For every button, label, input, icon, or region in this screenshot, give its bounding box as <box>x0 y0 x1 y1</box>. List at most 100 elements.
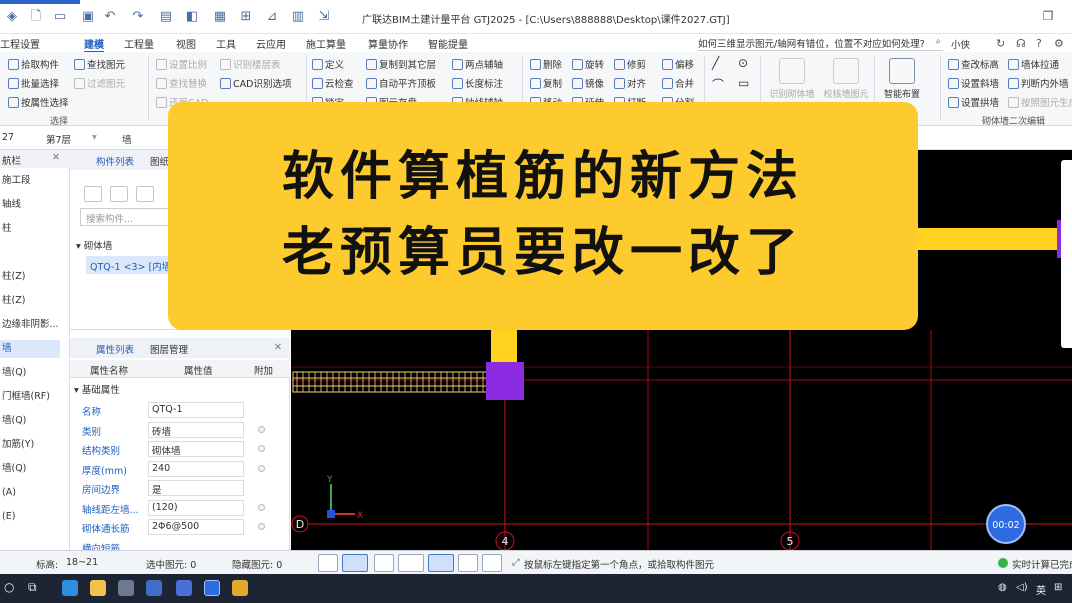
mail-icon[interactable] <box>146 580 162 596</box>
export-icon[interactable]: ⇲ <box>316 9 332 25</box>
cad-options-button[interactable]: CAD识别选项 <box>220 76 291 90</box>
refresh-icon[interactable]: ↻ <box>996 37 1005 50</box>
table-row[interactable]: 砌体通长筋 2Φ6@500 <box>70 517 290 537</box>
nav-item[interactable]: (A) <box>0 484 60 502</box>
length-dimension-button[interactable]: 长度标注 <box>452 76 503 90</box>
nav-item[interactable]: 加筋(Y) <box>0 436 60 454</box>
nav-item[interactable]: 墙(Q) <box>0 460 60 478</box>
table-row[interactable]: 房间边界 是 <box>70 478 290 498</box>
filter-element-button[interactable]: 过滤图元 <box>74 76 125 90</box>
set-scale-button[interactable]: 设置比例 <box>156 57 207 71</box>
offset-button[interactable]: 偏移 <box>662 57 694 71</box>
menu-item-quantities[interactable]: 工程量 <box>124 36 154 51</box>
redo-icon[interactable]: ↷ <box>130 9 146 25</box>
start-icon[interactable]: ○ <box>4 580 14 594</box>
glodon-app-icon[interactable] <box>204 580 220 596</box>
ime-options-icon[interactable]: ⊞ <box>1054 582 1062 593</box>
define-button[interactable]: 定义 <box>312 57 344 71</box>
save-icon[interactable]: ▣ <box>80 9 96 25</box>
dynamic-input-toggle[interactable] <box>428 554 454 572</box>
ime-indicator[interactable]: 英 <box>1036 582 1046 597</box>
edge-browser-icon[interactable] <box>62 580 78 596</box>
judge-inner-outer-wall-button[interactable]: 判断内外墙 <box>1008 76 1069 90</box>
property-value-field[interactable]: 240 <box>148 460 244 477</box>
property-value-field[interactable]: 砌体墙 <box>148 441 244 457</box>
tab-component-list[interactable]: 构件列表 <box>96 154 134 168</box>
close-icon[interactable]: ✕ <box>274 342 282 353</box>
wall-extend-button[interactable]: 墙体拉通 <box>1008 57 1059 71</box>
component-type-select[interactable]: 墙 <box>122 132 132 146</box>
delete-button[interactable]: 删除 <box>530 57 562 71</box>
two-point-axis-button[interactable]: 两点辅轴 <box>452 57 503 71</box>
property-value-field[interactable]: 2Φ6@500 <box>148 519 244 535</box>
angle-toggle[interactable] <box>398 554 424 572</box>
pick-component-button[interactable]: 拾取构件 <box>8 57 59 71</box>
nav-item[interactable]: 柱(Z) <box>0 292 60 310</box>
delete-component-button[interactable] <box>136 186 154 202</box>
nav-item[interactable]: 柱(Z) <box>0 268 60 286</box>
property-value-field[interactable]: (120) <box>148 499 244 516</box>
settings-icon[interactable]: ⚙ <box>1054 37 1064 50</box>
floor-select[interactable]: 第7层 <box>46 132 71 146</box>
menu-item-project-settings[interactable]: 工程设置 <box>0 36 40 51</box>
menu-item-construction-calc[interactable]: 施工算量 <box>306 36 346 51</box>
new-file-icon[interactable]: 🗋 <box>28 9 44 25</box>
set-slant-wall-button[interactable]: 设置斜墙 <box>948 76 999 90</box>
copy-component-button[interactable] <box>110 186 128 202</box>
recognize-floor-table-button[interactable]: 识别楼层表 <box>220 57 281 71</box>
component-tree-root[interactable]: ▾ 砌体墙 <box>76 238 112 252</box>
menu-item-tools[interactable]: 工具 <box>216 36 236 51</box>
recognize-masonry-wall-button[interactable]: 识别砌体墙 <box>768 56 816 106</box>
tab-properties[interactable]: 属性列表 <box>96 342 134 356</box>
arc-draw-icon[interactable]: ⌒ <box>712 76 724 93</box>
restore-icon[interactable]: ❐ <box>1038 7 1058 25</box>
user-name[interactable]: 小侠 <box>951 37 970 51</box>
cloud-check-button[interactable]: 云检查 <box>312 76 354 90</box>
column[interactable] <box>486 362 524 400</box>
attach-checkbox[interactable] <box>258 523 265 530</box>
nav-item[interactable]: 墙 <box>0 340 60 358</box>
attach-checkbox[interactable] <box>258 464 265 472</box>
network-icon[interactable]: ◍ <box>998 582 1007 593</box>
smart-layout-button[interactable]: 智能布置 <box>880 56 924 106</box>
menu-item-view[interactable]: 视图 <box>176 36 196 51</box>
chart-icon[interactable]: ⊿ <box>264 9 280 25</box>
layer-icon[interactable]: ◧ <box>184 9 200 25</box>
menu-item-collaboration[interactable]: 算量协作 <box>368 36 408 51</box>
batch-select-button[interactable]: 批量选择 <box>8 76 59 90</box>
select-by-attribute-button[interactable]: 按属性选择 <box>8 95 69 109</box>
property-value-field[interactable]: QTQ-1 <box>148 402 244 418</box>
table-row[interactable]: 类别 砖墙 <box>70 420 290 440</box>
close-icon[interactable]: ✕ <box>52 152 60 163</box>
tab-drawings[interactable]: 图纸 <box>150 154 169 168</box>
align-button[interactable]: 对齐 <box>614 76 646 90</box>
menu-item-modeling[interactable]: 建模 <box>84 36 104 53</box>
file-explorer-icon[interactable] <box>90 580 106 596</box>
attach-checkbox[interactable] <box>258 503 265 511</box>
point-draw-icon[interactable]: ⊙ <box>738 56 748 70</box>
undo-icon[interactable]: ↶ <box>102 9 118 25</box>
nav-item[interactable]: 墙(Q) <box>0 412 60 430</box>
edit-elevation-button[interactable]: 查改标高 <box>948 57 999 71</box>
rotate-button[interactable]: 旋转 <box>572 57 604 71</box>
nav-item[interactable]: 轴线 <box>0 196 60 214</box>
display-toggle[interactable] <box>458 554 478 572</box>
rect-draw-icon[interactable]: ▭ <box>738 76 749 90</box>
nav-item[interactable]: 门框墙(RF) <box>0 388 60 406</box>
trim-button[interactable]: 修剪 <box>614 57 646 71</box>
menu-item-smart-extract[interactable]: 智能提量 <box>428 36 468 51</box>
attach-checkbox[interactable] <box>258 425 265 433</box>
app-icon[interactable] <box>232 580 248 596</box>
help-icon[interactable]: ? <box>1036 37 1042 50</box>
find-replace-button[interactable]: 查找替换 <box>156 76 207 90</box>
view-icon[interactable]: ▤ <box>158 9 174 25</box>
headset-icon[interactable]: ☊ <box>1016 37 1026 50</box>
find-element-button[interactable]: 查找图元 <box>74 57 125 71</box>
floor-dropdown-icon[interactable]: ▾ <box>92 132 97 143</box>
attach-checkbox[interactable] <box>258 445 265 452</box>
copy-to-floor-button[interactable]: 复制到其它层 <box>366 57 436 71</box>
table-icon[interactable]: ▥ <box>290 9 306 25</box>
copy-button[interactable]: 复制 <box>530 76 562 90</box>
tab-layer-management[interactable]: 图层管理 <box>150 342 188 356</box>
store-icon[interactable] <box>118 580 134 596</box>
